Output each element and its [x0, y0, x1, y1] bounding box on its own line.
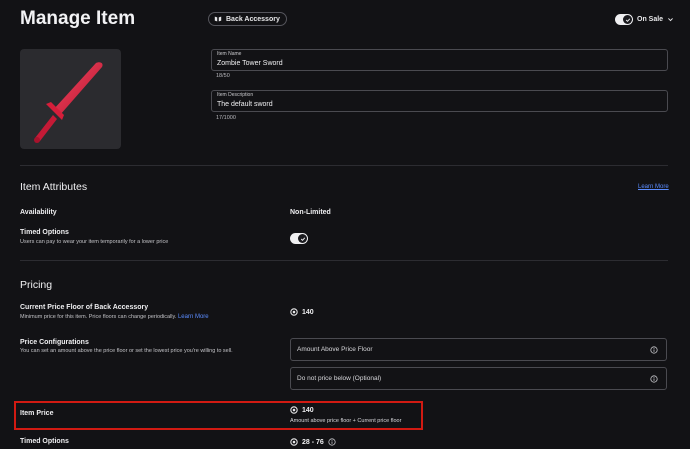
price-configurations-label: Price Configurations — [20, 339, 89, 346]
item-name-field[interactable]: Item Name Zombie Tower Sword — [211, 49, 668, 71]
pricing-timed-options-range: 28 - 76 — [302, 438, 324, 446]
availability-label: Availability — [20, 209, 57, 216]
sword-image — [34, 62, 103, 143]
on-sale-label: On Sale — [637, 16, 664, 23]
divider — [20, 165, 668, 166]
page-title: Manage Item — [20, 8, 136, 29]
item-name-value: Zombie Tower Sword — [217, 60, 283, 67]
item-thumbnail[interactable] — [20, 49, 121, 149]
price-configurations-description: You can set an amount above the price fl… — [20, 348, 233, 354]
availability-value: Non-Limited — [290, 209, 331, 216]
on-sale-dropdown[interactable]: On Sale — [615, 14, 674, 25]
amount-above-floor-input[interactable]: Amount Above Price Floor — [290, 338, 667, 361]
amount-above-floor-placeholder: Amount Above Price Floor — [297, 346, 373, 353]
price-floor-learn-more-link[interactable]: Learn More — [178, 314, 209, 320]
price-floor-value: 140 — [290, 308, 314, 316]
item-price-highlight — [14, 401, 423, 430]
price-floor-amount: 140 — [302, 308, 314, 316]
item-description-field[interactable]: Item Description The default sword — [211, 90, 668, 112]
timed-options-description: Users can pay to wear your item temporar… — [20, 239, 169, 245]
item-description-label: Item Description — [217, 92, 254, 98]
item-attributes-title: Item Attributes — [20, 181, 88, 193]
item-description-value: The default sword — [217, 101, 273, 108]
pricing-title: Pricing — [20, 279, 53, 291]
item-price-value: 140 — [290, 406, 314, 414]
price-floor-label: Current Price Floor of Back Accessory — [20, 304, 149, 311]
divider — [20, 260, 668, 261]
item-description-counter: 17/1000 — [216, 115, 236, 121]
item-price-amount: 140 — [302, 406, 314, 414]
robux-icon — [290, 406, 298, 414]
chevron-down-icon — [668, 18, 674, 22]
check-icon — [625, 17, 630, 22]
attributes-learn-more-link[interactable]: Learn More — [638, 184, 669, 190]
timed-options-toggle[interactable] — [290, 233, 308, 244]
robux-icon — [290, 438, 298, 446]
info-icon[interactable] — [650, 375, 658, 383]
check-icon — [300, 236, 305, 241]
info-icon[interactable] — [328, 438, 336, 446]
item-name-label: Item Name — [217, 51, 242, 57]
price-floor-description-text: Minimum price for this item. Price floor… — [20, 314, 177, 320]
do-not-price-below-input[interactable]: Do not price below (Optional) — [290, 367, 667, 390]
do-not-price-below-placeholder: Do not price below (Optional) — [297, 375, 382, 382]
pricing-timed-options-value: 28 - 76 — [290, 438, 336, 446]
item-name-counter: 18/50 — [216, 73, 230, 79]
timed-options-label: Timed Options — [20, 229, 69, 236]
robux-icon — [290, 308, 298, 316]
on-sale-toggle[interactable] — [615, 14, 633, 25]
item-price-label: Item Price — [20, 410, 54, 417]
back-accessory-icon — [214, 16, 222, 22]
category-chip-label: Back Accessory — [226, 15, 280, 23]
info-icon[interactable] — [650, 346, 658, 354]
pricing-timed-options-label: Timed Options — [20, 438, 69, 445]
category-chip[interactable]: Back Accessory — [208, 12, 287, 26]
item-price-description: Amount above price floor + Current price… — [290, 418, 402, 424]
price-floor-description: Minimum price for this item. Price floor… — [20, 314, 209, 320]
